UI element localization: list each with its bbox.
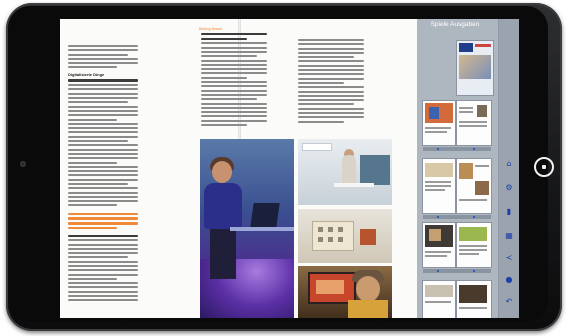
issue-thumbnail[interactable]	[423, 101, 455, 145]
thumbnail-strip	[423, 215, 491, 219]
share-icon[interactable]: ≺	[504, 253, 514, 263]
settings-icon[interactable]: ⚙	[504, 183, 514, 193]
right-kicker: Bildung Besser	[199, 27, 223, 31]
thumbnail-strip	[423, 269, 491, 273]
grid-icon[interactable]: ▦	[504, 231, 514, 241]
left-column-1: Digitalisierte Dinge	[68, 45, 138, 304]
issue-thumbnail[interactable]	[423, 281, 455, 318]
issue-thumbnail[interactable]	[457, 101, 491, 145]
home-icon[interactable]: ⌂	[504, 159, 514, 169]
icon-toolbar: ⌂ ⚙ ▮ ▦ ≺ ● ↶	[499, 19, 519, 318]
photo-model-house	[298, 209, 392, 263]
thumbnail-strip	[423, 147, 491, 151]
issue-thumbnail[interactable]	[423, 223, 455, 267]
sidebar-title: Spiele Ausgaben	[430, 21, 480, 28]
left-heading: Digitalisierte Dinge	[68, 72, 105, 78]
photo-man-television	[298, 266, 392, 318]
back-icon[interactable]: ↶	[504, 297, 514, 307]
tablet-screen: Digitalisierte Dinge Bildung Besser Spie…	[60, 19, 519, 318]
issue-thumbnail[interactable]	[457, 223, 491, 267]
home-button[interactable]	[534, 157, 554, 177]
issue-thumbnail[interactable]	[457, 281, 491, 318]
issue-thumbnail[interactable]	[423, 159, 455, 213]
issue-thumbnail[interactable]	[457, 159, 491, 213]
info-icon[interactable]: ●	[504, 275, 514, 285]
issue-thumbnail[interactable]	[457, 41, 493, 95]
right-column-2	[298, 39, 364, 125]
screenshot-stage: Digitalisierte Dinge Bildung Besser Spie…	[0, 0, 567, 336]
camera-icon	[20, 161, 26, 167]
photo-student-laptop	[200, 139, 294, 318]
bookmark-icon[interactable]: ▮	[504, 207, 514, 217]
right-column-1	[201, 33, 267, 128]
photo-classroom-screen	[298, 139, 392, 205]
